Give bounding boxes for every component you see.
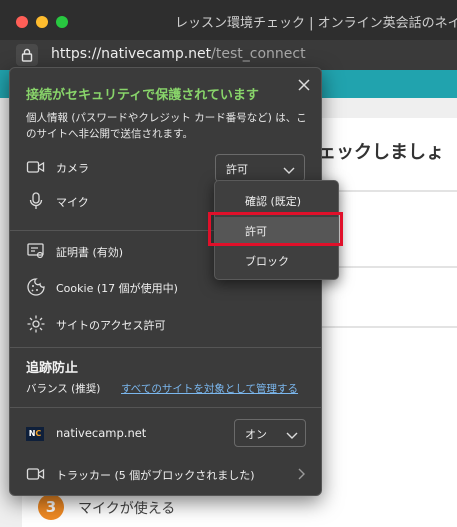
- site-info-panel: 接続がセキュリティで保護されています 個人情報 (パスワードやクレジット カード…: [9, 67, 322, 496]
- trackers-row[interactable]: トラッカー (5 個がブロックされました): [26, 463, 316, 485]
- secure-connection-title: 接続がセキュリティで保護されています: [26, 88, 259, 103]
- divider: [10, 347, 321, 348]
- trackers-label: トラッカー (5 個がブロックされました): [56, 469, 255, 482]
- address-bar: https://nativecamp.net/test_connect: [0, 40, 457, 70]
- step-text: マイクが使える: [78, 501, 176, 517]
- url-text[interactable]: https://nativecamp.net/test_connect: [51, 46, 306, 62]
- secure-connection-description: 個人情報 (パスワードやクレジット カード番号など) は、このサイトへ非公開で送…: [26, 112, 307, 140]
- title-bar: レッスン環境チェック | オンライン英会話のネイティ: [0, 0, 457, 40]
- gear-icon: [26, 314, 46, 334]
- camera-permission-value: 許可: [226, 163, 248, 176]
- manage-all-sites-link[interactable]: すべてのサイトを対象として管理する: [121, 381, 298, 396]
- step-badge: 3: [38, 494, 64, 520]
- tracker-icon: [26, 464, 46, 484]
- dropdown-option-ask[interactable]: 確認 (既定): [215, 187, 338, 215]
- browser-window: レッスン環境チェック | オンライン英会話のネイティ https://nativ…: [0, 0, 457, 527]
- cookie-label: Cookie (17 個が使用中): [56, 282, 178, 295]
- dropdown-option-label: ブロック: [245, 255, 289, 268]
- certificate-icon: [26, 241, 46, 261]
- dropdown-option-label: 確認 (既定): [245, 195, 302, 208]
- tracking-toggle-value: オン: [245, 428, 267, 441]
- tracking-prevention-title: 追跡防止: [26, 361, 79, 376]
- microphone-label: マイク: [56, 196, 89, 209]
- window-title: レッスン環境チェック | オンライン英会話のネイティ: [175, 16, 457, 31]
- chevron-down-icon: [285, 427, 299, 441]
- certificate-label: 証明書 (有効): [56, 246, 124, 259]
- url-host: https://nativecamp.net: [51, 46, 212, 62]
- camera-label: カメラ: [56, 162, 89, 175]
- highlight-box: [208, 212, 343, 246]
- camera-icon: [26, 157, 46, 177]
- page-divider: [300, 326, 457, 328]
- site-name: nativecamp.net: [56, 426, 147, 440]
- chevron-down-icon: [282, 162, 296, 176]
- close-icon[interactable]: [295, 76, 313, 94]
- site-permissions-label: サイトのアクセス許可: [56, 319, 166, 332]
- site-permissions-row[interactable]: サイトのアクセス許可: [26, 313, 316, 335]
- nativecamp-logo: NC: [26, 427, 44, 441]
- url-path: /test_connect: [211, 46, 306, 62]
- camera-permission-select[interactable]: 許可: [215, 154, 305, 182]
- maximize-window-button[interactable]: [56, 16, 68, 28]
- close-window-button[interactable]: [16, 16, 28, 28]
- cookie-icon: [26, 277, 46, 297]
- dropdown-option-block[interactable]: ブロック: [215, 247, 338, 275]
- lock-icon[interactable]: [16, 44, 38, 66]
- divider: [10, 407, 321, 408]
- balance-label: バランス (推奨): [26, 383, 101, 395]
- microphone-icon: [26, 191, 46, 211]
- minimize-window-button[interactable]: [36, 16, 48, 28]
- tracking-toggle-select[interactable]: オン: [234, 419, 306, 447]
- chevron-right-icon[interactable]: [295, 466, 307, 480]
